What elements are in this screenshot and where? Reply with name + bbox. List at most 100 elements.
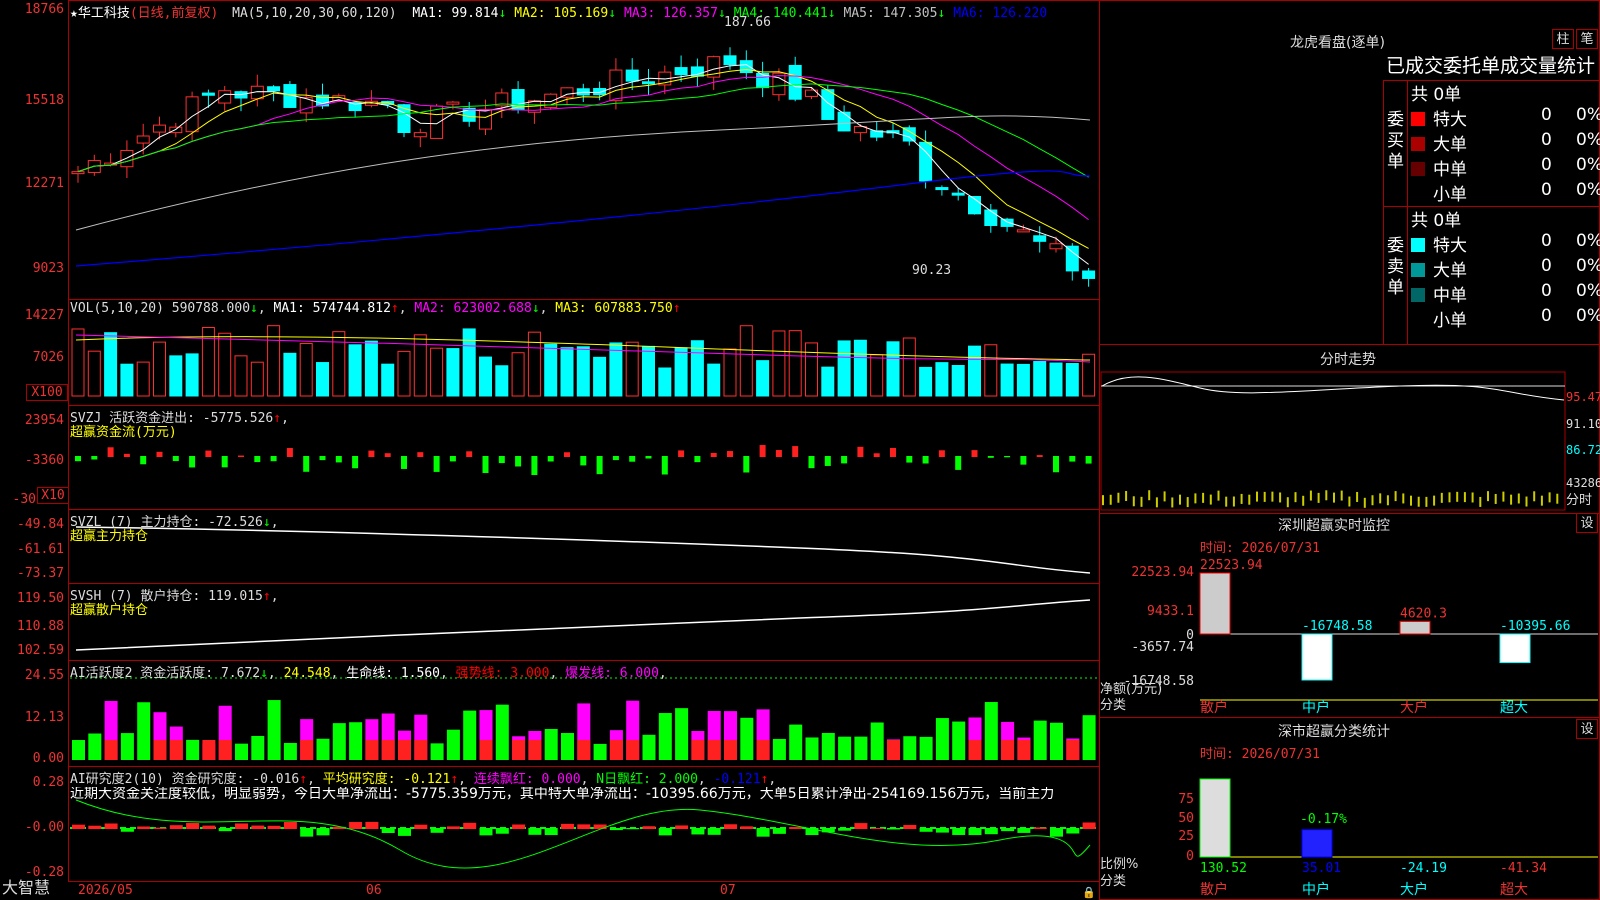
ai1-burst: 爆发线: 6.000 [565,666,659,681]
tick-mode-button[interactable]: 笔 [1576,29,1598,49]
ma-value-5: MA5: 147.305 [843,6,938,21]
ai2-arrow3: ↑ [760,772,769,787]
price-panel[interactable] [68,0,1100,300]
vol-tick: 7026 [32,350,64,365]
favorite-star-icon[interactable]: ★ [70,6,78,21]
monitor-tick: 9433.1 [1147,604,1194,619]
buy-row: 中单 0 0% [1411,155,1600,180]
app-logo[interactable]: 大智慧 [2,880,50,896]
order-size-label: 小单 [1433,311,1467,331]
order-size-label: 特大 [1433,110,1467,130]
intraday-panel[interactable] [1099,344,1600,514]
intraday-tick: 86.72 [1566,443,1600,457]
ai2-nred: N日飘红: 2.000 [596,772,698,787]
price-tick: 12271 [24,176,64,191]
order-stats-tabs[interactable]: 已成交委托单成交量统计 [1386,55,1595,77]
ai2-nval: -0.121 [713,772,761,787]
monitor-title: 深圳超赢实时监控 [1278,518,1390,534]
lhb-title: 龙虎看盘(逐单) [1290,35,1385,51]
stat-tick: 0 [1186,849,1194,864]
price-tick: 18766 [24,2,64,17]
vol-arrow: ↓ [250,301,258,316]
ai1-v2: 24.548 [283,666,331,681]
stat-settings-button[interactable]: 设 [1576,719,1598,739]
order-count: 0 [1541,256,1552,276]
ai1-life: 生命线: 1.560 [346,666,440,681]
intraday-tick: 95.47 [1566,390,1600,404]
order-percent: 0% [1576,256,1600,276]
svzj-tick: -30 [12,492,36,507]
svsh-tick: 102.59 [17,643,64,658]
vol-ma2: MA2: 623002.688 [414,301,532,316]
color-swatch [1411,313,1425,327]
stat-tick: 75 [1178,792,1194,807]
order-size-label: 特大 [1433,236,1467,256]
low-price-label: 90.23 [912,263,952,278]
date-label: 2026/05 [78,883,133,898]
order-percent: 0% [1576,231,1600,251]
order-size-label: 大单 [1433,261,1467,281]
stat-panel [1099,717,1600,900]
order-size-label: 大单 [1433,135,1467,155]
order-percent: 0% [1576,180,1600,200]
ai1-strong: 强势线: 3.000 [455,666,550,681]
svsh-subtitle: 超赢散户持仓 [70,603,149,618]
order-size-label: 中单 [1433,286,1467,306]
svzj-subtitle: 超赢资金流(万元) [70,425,177,440]
svzl-tick: -49.84 [17,517,64,532]
order-count: 0 [1541,306,1552,326]
sell-total: 共 0单 [1411,211,1462,231]
vol-params: VOL(5,10,20) [70,301,164,316]
sell-orders-label: 委卖单 [1387,236,1404,298]
bar-mode-button[interactable]: 柱 [1552,29,1574,49]
ma-arrow: ↓ [827,6,836,21]
stock-name: 华工科技 [77,6,130,21]
stat-ylabel: 比例% [1100,857,1139,872]
order-percent: 0% [1576,105,1600,125]
sell-row: 特大 0 0% [1411,231,1600,256]
order-percent: 0% [1576,130,1600,150]
svzl-subtitle: 超赢主力持仓 [70,529,149,544]
ma-arrow: ↓ [498,6,507,21]
vol-tick: 14227 [24,308,64,323]
buy-row: 大单 0 0% [1411,130,1600,155]
vol-ma2-arrow: ↓ [531,301,540,316]
svzl-tick: -61.61 [17,542,64,557]
price-tick: 15518 [24,93,64,108]
order-percent: 0% [1576,155,1600,175]
svzl-arrow: ↓ [262,515,271,530]
chart-mode[interactable]: (日线,前复权) [130,6,218,21]
color-swatch [1411,137,1425,151]
vol-value: 590788.000 [171,301,251,316]
order-count: 0 [1541,130,1552,150]
ai2-header: AI研究度2(10) 资金研究度: -0.016↑, 平均研究度: -0.121… [70,772,777,787]
svzj-unit: X10 [37,487,69,504]
order-percent: 0% [1576,281,1600,301]
sell-row: 小单 0 0% [1411,306,1600,331]
monitor-settings-button[interactable]: 设 [1576,513,1598,533]
intraday-label: 分时 [1566,493,1593,508]
ma-value-2: MA2: 105.169 [514,6,609,21]
monitor-tick: 22523.94 [1131,565,1194,580]
vol-header: VOL(5,10,20) 590788.000↓, MA1: 574744.81… [70,301,681,316]
monitor-ylabel: 净额(万元) [1100,682,1163,697]
buy-row: 特大 0 0% [1411,105,1600,130]
order-count: 0 [1541,155,1552,175]
ai2-arrow1: ↑ [299,772,308,787]
ma-params: MA(5,10,20,30,60,120) [232,6,397,21]
svsh-tick: 110.88 [17,619,64,634]
svzj-tick: 23954 [24,413,64,428]
order-size-label: 小单 [1433,185,1467,205]
buy-total: 共 0单 [1411,85,1462,105]
ma-value-3: MA3: 126.357 [624,6,718,21]
order-count: 0 [1541,105,1552,125]
lock-icon[interactable]: 🔒 [1082,885,1096,900]
svzl-tick: -73.37 [17,566,64,581]
color-swatch [1411,187,1425,201]
buy-row: 小单 0 0% [1411,180,1600,205]
buy-orders-label: 委买单 [1387,110,1404,172]
intraday-tick: 43286 [1566,476,1600,490]
svzj-tick: -3360 [24,453,64,468]
intraday-tick: 91.10 [1566,417,1600,431]
intraday-title: 分时走势 [1320,352,1376,368]
